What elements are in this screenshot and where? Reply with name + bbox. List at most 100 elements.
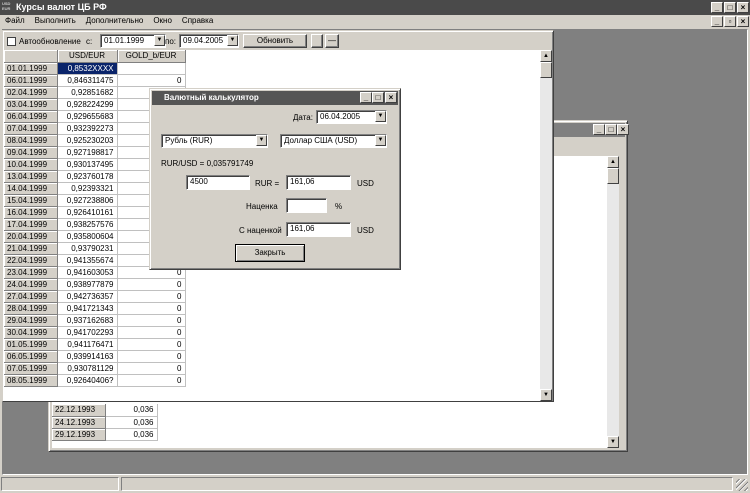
usd-eur-cell[interactable]: 0,928224299 bbox=[57, 98, 118, 111]
row-date-cell[interactable]: 09.04.1999 bbox=[4, 146, 58, 159]
mdi-restore-icon[interactable]: ▫ bbox=[724, 16, 736, 27]
gold-eur-cell[interactable]: 0 bbox=[117, 326, 186, 339]
mdi-close-icon[interactable]: × bbox=[737, 16, 749, 27]
row-date-cell[interactable]: 23.04.1999 bbox=[4, 266, 58, 279]
scroll-down-icon[interactable]: ▼ bbox=[607, 436, 619, 448]
usd-eur-cell[interactable]: 0,92393321 bbox=[57, 182, 118, 195]
minimize-icon[interactable]: _ bbox=[711, 2, 723, 13]
value-cell[interactable]: 0,036 bbox=[105, 416, 158, 429]
table-row[interactable]: 08.05.1999 0,92640406? 0 bbox=[4, 374, 186, 387]
row-date-cell[interactable]: 02.04.1999 bbox=[4, 86, 58, 99]
gold-eur-cell[interactable]: 0 bbox=[117, 314, 186, 327]
row-date-cell[interactable]: 22.12.1993 bbox=[52, 404, 106, 417]
table-row[interactable]: 07.05.1999 0,930781129 0 bbox=[4, 362, 186, 375]
gold-eur-cell[interactable]: 0 bbox=[117, 350, 186, 363]
gold-eur-cell[interactable]: 0 bbox=[117, 362, 186, 375]
result-field[interactable]: 161,06 bbox=[286, 175, 351, 190]
row-date-cell[interactable]: 17.04.1999 bbox=[4, 218, 58, 231]
table-row[interactable]: 01.05.1999 0,941176471 0 bbox=[4, 338, 186, 351]
usd-eur-cell[interactable]: 0,932392273 bbox=[57, 122, 118, 135]
gold-eur-cell[interactable] bbox=[117, 62, 186, 75]
from-currency-dropdown-icon[interactable]: ▼ bbox=[256, 135, 267, 146]
row-date-cell[interactable]: 15.04.1999 bbox=[4, 194, 58, 207]
row-date-cell[interactable]: 21.04.1999 bbox=[4, 242, 58, 255]
row-date-cell[interactable]: 14.04.1999 bbox=[4, 182, 58, 195]
toolbar-extra-button[interactable] bbox=[311, 34, 323, 48]
table-row[interactable]: 29.04.1999 0,937162683 0 bbox=[4, 314, 186, 327]
usd-eur-cell[interactable]: 0,92851682 bbox=[57, 86, 118, 99]
row-date-cell[interactable]: 28.04.1999 bbox=[4, 302, 58, 315]
usd-eur-cell[interactable]: 0,927198817 bbox=[57, 146, 118, 159]
row-date-cell[interactable]: 07.05.1999 bbox=[4, 362, 58, 375]
from-currency-select[interactable]: Рубль (RUR) bbox=[161, 134, 268, 148]
usd-eur-cell[interactable]: 0,938977879 bbox=[57, 278, 118, 291]
row-date-cell[interactable]: 03.04.1999 bbox=[4, 98, 58, 111]
markup-input[interactable] bbox=[286, 198, 327, 213]
value-cell[interactable]: 0,036 bbox=[105, 428, 158, 441]
refresh-button[interactable]: Обновить bbox=[243, 34, 307, 48]
menu-run[interactable]: Выполнить bbox=[30, 15, 81, 26]
usd-eur-cell[interactable]: 0,941702293 bbox=[57, 326, 118, 339]
row-date-cell[interactable]: 24.04.1999 bbox=[4, 278, 58, 291]
usd-eur-cell[interactable]: 0,938257576 bbox=[57, 218, 118, 231]
usd-eur-cell[interactable]: 0,937162683 bbox=[57, 314, 118, 327]
row-date-cell[interactable]: 29.04.1999 bbox=[4, 314, 58, 327]
usd-eur-cell[interactable]: 0,942736357 bbox=[57, 290, 118, 303]
calc-close-icon[interactable]: × bbox=[385, 92, 397, 103]
usd-eur-cell[interactable]: 0,8532XXXX bbox=[57, 62, 118, 75]
close-icon[interactable]: × bbox=[737, 2, 749, 13]
usd-eur-cell[interactable]: 0,929655683 bbox=[57, 110, 118, 123]
menu-file[interactable]: Файл bbox=[0, 15, 30, 26]
amount-input[interactable]: 4500 bbox=[186, 175, 250, 190]
row-date-cell[interactable]: 06.01.1999 bbox=[4, 74, 58, 87]
gold-eur-cell[interactable]: 0 bbox=[117, 74, 186, 87]
scroll-up-icon[interactable]: ▲ bbox=[607, 156, 619, 168]
row-date-cell[interactable]: 16.04.1999 bbox=[4, 206, 58, 219]
row-date-cell[interactable]: 27.04.1999 bbox=[4, 290, 58, 303]
table-row[interactable]: 24.04.1999 0,938977879 0 bbox=[4, 278, 186, 291]
usd-eur-cell[interactable]: 0,930781129 bbox=[57, 362, 118, 375]
child2-close-icon[interactable]: × bbox=[617, 124, 629, 135]
table-row[interactable]: 29.12.1993 0,036 bbox=[52, 428, 158, 441]
to-currency-select[interactable]: Доллар США (USD) bbox=[280, 134, 387, 148]
menu-help[interactable]: Справка bbox=[177, 15, 218, 26]
table-row[interactable]: 30.04.1999 0,941702293 0 bbox=[4, 326, 186, 339]
usd-eur-cell[interactable]: 0,941603053 bbox=[57, 266, 118, 279]
row-date-cell[interactable]: 29.12.1993 bbox=[52, 428, 106, 441]
usd-eur-cell[interactable]: 0,935800604 bbox=[57, 230, 118, 243]
table-row[interactable]: 01.01.1999 0,8532XXXX bbox=[4, 62, 186, 75]
gold-eur-cell[interactable]: 0 bbox=[117, 338, 186, 351]
grid1-header-goldeur[interactable]: GOLD_b/EUR bbox=[117, 50, 186, 63]
row-date-cell[interactable]: 01.05.1999 bbox=[4, 338, 58, 351]
table-row[interactable]: 06.05.1999 0,939914163 0 bbox=[4, 350, 186, 363]
close-button[interactable]: Закрыть bbox=[235, 244, 305, 262]
table-row[interactable]: 28.04.1999 0,941721343 0 bbox=[4, 302, 186, 315]
value-cell[interactable]: 0,036 bbox=[105, 404, 158, 417]
row-date-cell[interactable]: 30.04.1999 bbox=[4, 326, 58, 339]
gold-eur-cell[interactable]: 0 bbox=[117, 302, 186, 315]
table-row[interactable]: 27.04.1999 0,942736357 0 bbox=[4, 290, 186, 303]
row-date-cell[interactable]: 20.04.1999 bbox=[4, 230, 58, 243]
auto-update-checkbox[interactable] bbox=[7, 37, 16, 46]
row-date-cell[interactable]: 13.04.1999 bbox=[4, 170, 58, 183]
calc-maximize-icon[interactable]: □ bbox=[372, 92, 384, 103]
grid1-scrollbar[interactable]: ▲ ▼ bbox=[540, 50, 552, 401]
usd-eur-cell[interactable]: 0,941355674 bbox=[57, 254, 118, 267]
mdi-minimize-icon[interactable]: _ bbox=[711, 16, 723, 27]
size-grip-icon[interactable] bbox=[736, 479, 748, 491]
table-row[interactable]: 06.01.1999 0,846311475 0 bbox=[4, 74, 186, 87]
usd-eur-cell[interactable]: 0,923760178 bbox=[57, 170, 118, 183]
row-date-cell[interactable]: 08.05.1999 bbox=[4, 374, 58, 387]
menu-extra[interactable]: Дополнительно bbox=[81, 15, 149, 26]
row-date-cell[interactable]: 06.04.1999 bbox=[4, 110, 58, 123]
maximize-icon[interactable]: □ bbox=[724, 2, 736, 13]
calc-minimize-icon[interactable]: _ bbox=[360, 92, 372, 103]
row-date-cell[interactable]: 10.04.1999 bbox=[4, 158, 58, 171]
usd-eur-cell[interactable]: 0,925230203 bbox=[57, 134, 118, 147]
to-date-dropdown-icon[interactable]: ▼ bbox=[227, 35, 238, 46]
row-date-cell[interactable]: 24.12.1993 bbox=[52, 416, 106, 429]
scroll-up-icon[interactable]: ▲ bbox=[540, 50, 552, 62]
gold-eur-cell[interactable]: 0 bbox=[117, 278, 186, 291]
usd-eur-cell[interactable]: 0,930137495 bbox=[57, 158, 118, 171]
row-date-cell[interactable]: 22.04.1999 bbox=[4, 254, 58, 267]
